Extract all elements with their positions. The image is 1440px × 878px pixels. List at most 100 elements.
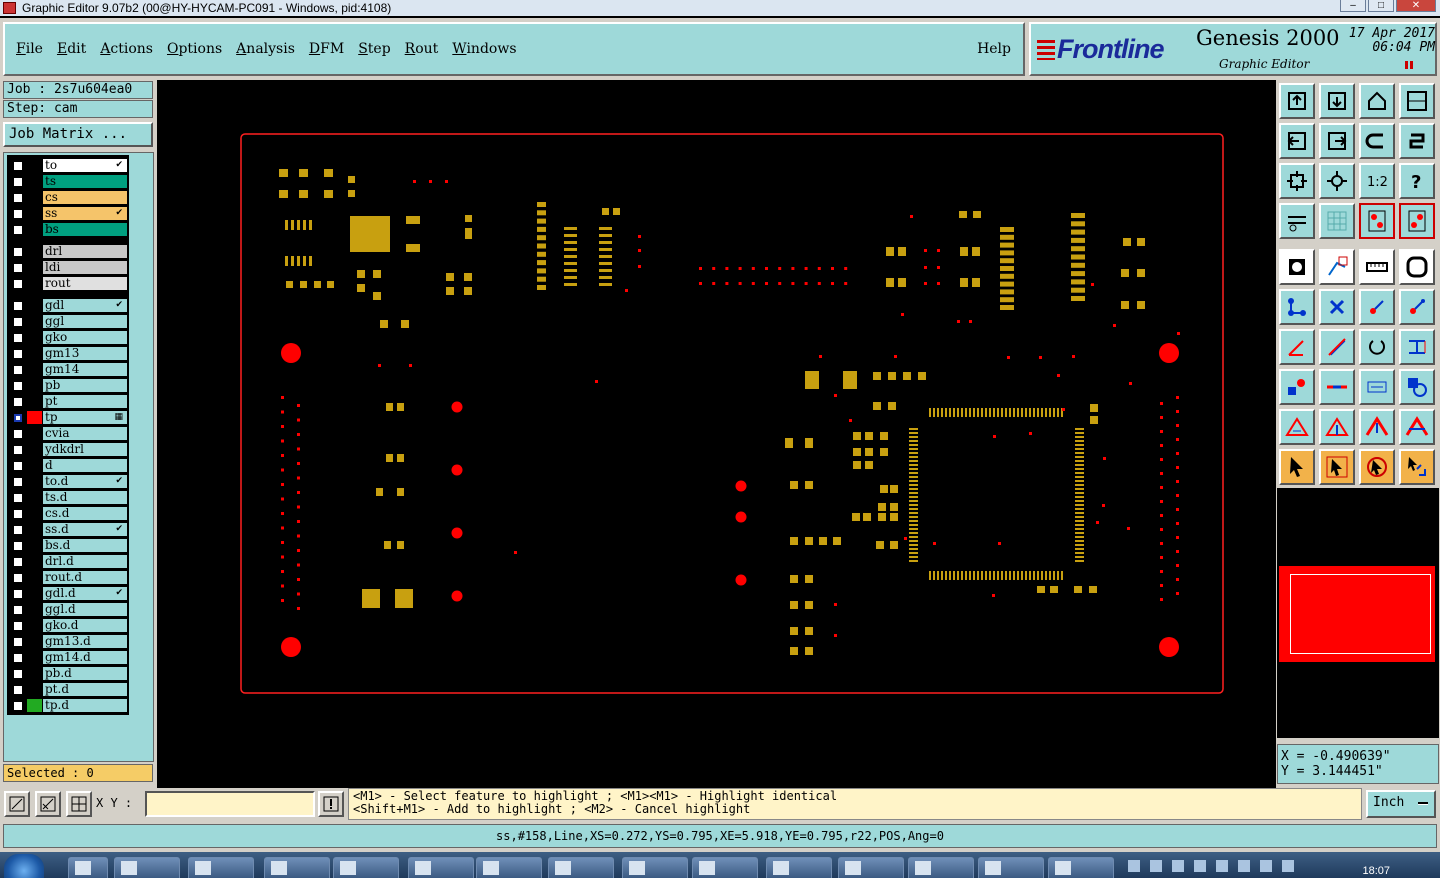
layer-checkbox[interactable] <box>13 279 23 289</box>
edit-shape-tool-button[interactable] <box>1319 249 1355 285</box>
layer-name[interactable]: d <box>43 459 127 472</box>
layer-name[interactable]: ggl.d <box>43 603 127 616</box>
triangle-a-tool-button[interactable] <box>1399 409 1435 445</box>
layer-name[interactable]: ldi <box>43 261 127 274</box>
layer-name[interactable]: pb <box>43 379 127 392</box>
layer-row-rout[interactable]: rout <box>7 276 129 291</box>
layer-color-swatch[interactable] <box>27 277 42 290</box>
layer-checkbox[interactable] <box>13 573 23 583</box>
connect-tool-button[interactable] <box>1279 289 1315 325</box>
layer-checkbox[interactable] <box>13 477 23 487</box>
layer-row-ggl-d[interactable]: ggl.d <box>7 602 129 617</box>
taskbar-item[interactable] <box>692 857 758 878</box>
layer-name[interactable]: cvia <box>43 427 127 440</box>
layer-color-swatch[interactable] <box>27 363 42 376</box>
circle-tool-button[interactable] <box>1399 249 1435 285</box>
layer-color-swatch[interactable] <box>27 427 42 440</box>
taskbar-item[interactable] <box>476 857 542 878</box>
tray-icon[interactable] <box>1194 860 1206 872</box>
layer-color-swatch[interactable] <box>27 491 42 504</box>
layer-row-bs[interactable]: bs <box>7 222 129 237</box>
layer-color-swatch[interactable] <box>27 411 42 424</box>
layer-name[interactable]: gko <box>43 331 127 344</box>
menu-options[interactable]: Options <box>167 41 222 57</box>
layer-color-swatch[interactable] <box>27 315 42 328</box>
layer-color-swatch[interactable] <box>27 191 42 204</box>
tray-icon[interactable] <box>1216 860 1228 872</box>
layer-checkbox[interactable] <box>13 365 23 375</box>
layer-name[interactable]: gm14.d <box>43 651 127 664</box>
layer-checkbox[interactable] <box>13 541 23 551</box>
menu-edit[interactable]: Edit <box>57 41 86 57</box>
layer-color-swatch[interactable] <box>27 475 42 488</box>
layer-name[interactable]: gm13.d <box>43 635 127 648</box>
scale-1to2-tool-button[interactable]: 1:2 <box>1359 163 1395 199</box>
tray-icon[interactable] <box>1282 860 1294 872</box>
move-right-tool-button[interactable] <box>1319 123 1355 159</box>
menu-actions[interactable]: Actions <box>100 41 153 57</box>
layer-name[interactable]: tp ▦ <box>43 411 127 424</box>
layer-checkbox[interactable] <box>13 589 23 599</box>
layer-checkbox[interactable] <box>13 397 23 407</box>
taskbar-item[interactable] <box>838 857 904 878</box>
layer-checkbox[interactable] <box>13 317 23 327</box>
layer-color-swatch[interactable] <box>27 635 42 648</box>
grid-tool-button[interactable] <box>1319 203 1355 239</box>
taskbar-item[interactable] <box>408 857 474 878</box>
taskbar-item[interactable] <box>264 857 330 878</box>
layer-row-rout-d[interactable]: rout.d <box>7 570 129 585</box>
menu-analysis[interactable]: Analysis <box>236 41 295 57</box>
layer-name[interactable]: ts <box>43 175 127 188</box>
overview-preview[interactable] <box>1277 488 1439 738</box>
layer-color-swatch[interactable] <box>27 207 42 220</box>
layer-color-swatch[interactable] <box>27 261 42 274</box>
layer-row-tp[interactable]: tp ▦ <box>7 410 129 425</box>
grid-mode-button[interactable] <box>66 791 92 817</box>
layer-name[interactable]: to.d ✔ <box>43 475 127 488</box>
move-left-tool-button[interactable] <box>1279 123 1315 159</box>
layer-checkbox[interactable] <box>13 669 23 679</box>
layer-color-swatch[interactable] <box>27 459 42 472</box>
layer-checkbox[interactable] <box>13 413 23 423</box>
layer-checkbox[interactable] <box>13 525 23 535</box>
taskbar-item[interactable] <box>766 857 832 878</box>
layer-color-swatch[interactable] <box>27 683 42 696</box>
layer-color-swatch[interactable] <box>27 667 42 680</box>
save-tool-button[interactable] <box>1279 83 1315 119</box>
layer-row-pt-d[interactable]: pt.d <box>7 682 129 697</box>
layer-color-swatch[interactable] <box>27 587 42 600</box>
layer-color-swatch[interactable] <box>27 245 42 258</box>
menu-rout[interactable]: Rout <box>405 41 439 57</box>
layer-name[interactable]: bs <box>43 223 127 236</box>
layer-checkbox[interactable] <box>13 225 23 235</box>
route-tool-button[interactable] <box>1399 369 1435 405</box>
triangle-up-tool-button[interactable] <box>1359 409 1395 445</box>
layer-color-swatch[interactable] <box>27 555 42 568</box>
layer-checkbox[interactable] <box>13 247 23 257</box>
arc-tool-button[interactable] <box>1359 329 1395 365</box>
select-alt-tool-button[interactable] <box>1359 449 1395 485</box>
taskbar-item[interactable] <box>114 857 180 878</box>
layer-row-gm14-d[interactable]: gm14.d <box>7 650 129 665</box>
layer-checkbox[interactable] <box>13 263 23 273</box>
layer-checkbox[interactable] <box>13 209 23 219</box>
taskbar-item[interactable] <box>68 857 108 878</box>
layer-row-pb-d[interactable]: pb.d <box>7 666 129 681</box>
pointer-step-tool-button[interactable] <box>1399 449 1435 485</box>
layer-checkbox[interactable] <box>13 493 23 503</box>
layer-checkbox[interactable] <box>13 557 23 567</box>
zoom-fit-tool-button[interactable] <box>1279 163 1315 199</box>
units-select[interactable]: Inch <box>1366 790 1436 818</box>
hline-tool-button[interactable] <box>1319 369 1355 405</box>
layer-row-ts-d[interactable]: ts.d <box>7 490 129 505</box>
taskbar-item[interactable] <box>1048 857 1114 878</box>
layer-color-swatch[interactable] <box>27 347 42 360</box>
layer-name[interactable]: gko.d <box>43 619 127 632</box>
layer-color-swatch[interactable] <box>27 699 42 712</box>
layer-color-swatch[interactable] <box>27 507 42 520</box>
layer-checkbox[interactable] <box>13 177 23 187</box>
taskbar-item[interactable] <box>622 857 688 878</box>
pointer-tool-button[interactable] <box>1279 449 1315 485</box>
layers-tool-button[interactable] <box>1359 203 1395 239</box>
layer-color-swatch[interactable] <box>27 299 42 312</box>
